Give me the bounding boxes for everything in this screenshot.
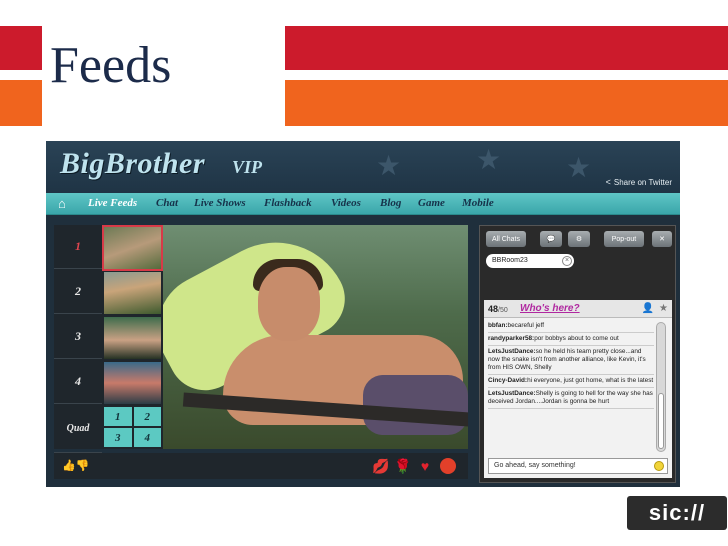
orange-accent-bar-right [285, 80, 728, 126]
video-bottom-bar: 👍👎 💋 🌹 ♥ [54, 453, 468, 479]
chat-scrollbar[interactable] [656, 322, 666, 452]
close-icon[interactable]: ✕ [652, 231, 672, 247]
quad-grid: 1 2 3 4 [104, 407, 161, 447]
main-nav: ⌂ Live Feeds Chat Live Shows Flashback V… [46, 193, 680, 215]
thumbs-up-down-icon[interactable]: 👍👎 [62, 459, 89, 472]
share-icon: < [605, 177, 611, 187]
nav-live-feeds[interactable]: Live Feeds [88, 197, 137, 209]
site-header: ★ ★ ★ BigBrother VIP < Share on Twitter [46, 141, 680, 193]
slide-title: Feeds [50, 37, 172, 94]
heart-icon[interactable]: ♥ [416, 457, 434, 475]
quad-cell-4[interactable]: 4 [133, 428, 161, 447]
feed-thumbnail-1[interactable] [102, 225, 163, 271]
video-person-shorts [363, 375, 468, 435]
share-on-twitter-link[interactable]: < Share on Twitter [606, 177, 672, 187]
star-decoration-icon: ★ [566, 152, 592, 183]
whos-here-link[interactable]: Who's here? [520, 303, 580, 314]
live-feed-video[interactable] [163, 225, 468, 449]
room-tag[interactable]: BBRoom23 × [486, 254, 574, 268]
nav-live-shows[interactable]: Live Shows [194, 197, 246, 209]
gear-icon[interactable]: ⚙ [568, 231, 590, 247]
all-chats-button[interactable]: All Chats [486, 231, 526, 247]
quad-cell-1[interactable]: 1 [104, 407, 132, 426]
chat-input-placeholder: Go ahead, say something! [494, 462, 576, 469]
nav-mobile[interactable]: Mobile [462, 197, 494, 209]
room-tag-label: BBRoom23 [492, 257, 528, 264]
chat-panel: All Chats 💬 ⚙ Pop-out ✕ BBRoom23 × 48/50… [479, 225, 676, 483]
chat-box: 48/50 Who's here? 👤 ★ bbfan:becareful je… [484, 300, 672, 478]
chat-message: Cincy-David:hi everyone, just got home, … [488, 375, 654, 388]
feed-thumbnail-4[interactable] [104, 362, 161, 404]
channel-thumbnails: 1 2 3 4 [102, 225, 163, 449]
person-icon[interactable]: 👤 [642, 303, 654, 314]
channel-1[interactable]: 1 [54, 225, 102, 269]
who-bar: 48/50 Who's here? 👤 ★ [484, 300, 672, 318]
channel-3[interactable]: 3 [54, 315, 102, 359]
video-person-head [258, 267, 320, 341]
site-logo[interactable]: BigBrother [60, 147, 205, 181]
feed-thumbnail-2[interactable] [104, 272, 161, 314]
chat-messages: bbfan:becareful jeff randyparker58:por b… [488, 320, 654, 456]
tomato-icon[interactable] [440, 458, 456, 474]
channel-4[interactable]: 4 [54, 360, 102, 404]
home-icon[interactable]: ⌂ [58, 196, 74, 212]
quad-cell-2[interactable]: 2 [133, 407, 161, 426]
nav-videos[interactable]: Videos [331, 197, 361, 209]
orange-accent-bar-left [0, 80, 42, 126]
chat-message: randyparker58:por bobbys about to come o… [488, 333, 654, 346]
popout-button[interactable]: Pop-out [604, 231, 644, 247]
channel-quad[interactable]: Quad [54, 405, 102, 453]
chat-message: LetsJustDance:Shelly is going to hell fo… [488, 388, 654, 409]
user-count: 48/50 [488, 304, 508, 314]
site-logo-vip: VIP [232, 157, 263, 177]
share-label: Share on Twitter [613, 178, 672, 187]
channel-list: 1 2 3 4 Quad [54, 225, 102, 453]
remove-room-icon[interactable]: × [562, 256, 572, 266]
chat-input[interactable]: Go ahead, say something! [488, 458, 668, 474]
quad-cell-3[interactable]: 3 [104, 428, 132, 447]
chat-message: LetsJustDance:so he held his team pretty… [488, 346, 654, 375]
red-accent-bar-right [285, 26, 728, 70]
chat-message: bbfan:becareful jeff [488, 320, 654, 333]
channel-2[interactable]: 2 [54, 270, 102, 314]
nav-game[interactable]: Game [418, 197, 445, 209]
feed-thumbnail-3[interactable] [104, 317, 161, 359]
bigbrother-screenshot: ★ ★ ★ BigBrother VIP < Share on Twitter ⌂… [46, 141, 680, 487]
sic-logo: sic:// [627, 496, 727, 530]
star-icon[interactable]: ★ [659, 303, 668, 314]
star-decoration-icon: ★ [376, 150, 402, 181]
nav-flashback[interactable]: Flashback [264, 197, 312, 209]
chat-bubble-icon[interactable]: 💬 [540, 231, 562, 247]
emoji-icon[interactable] [654, 461, 664, 471]
red-accent-bar-left [0, 26, 42, 70]
chat-scrollbar-thumb[interactable] [658, 393, 664, 449]
star-decoration-icon: ★ [476, 144, 502, 175]
lips-icon[interactable]: 💋 [372, 457, 390, 475]
rose-icon[interactable]: 🌹 [394, 457, 412, 475]
nav-chat[interactable]: Chat [156, 197, 178, 209]
nav-blog[interactable]: Blog [380, 197, 401, 209]
